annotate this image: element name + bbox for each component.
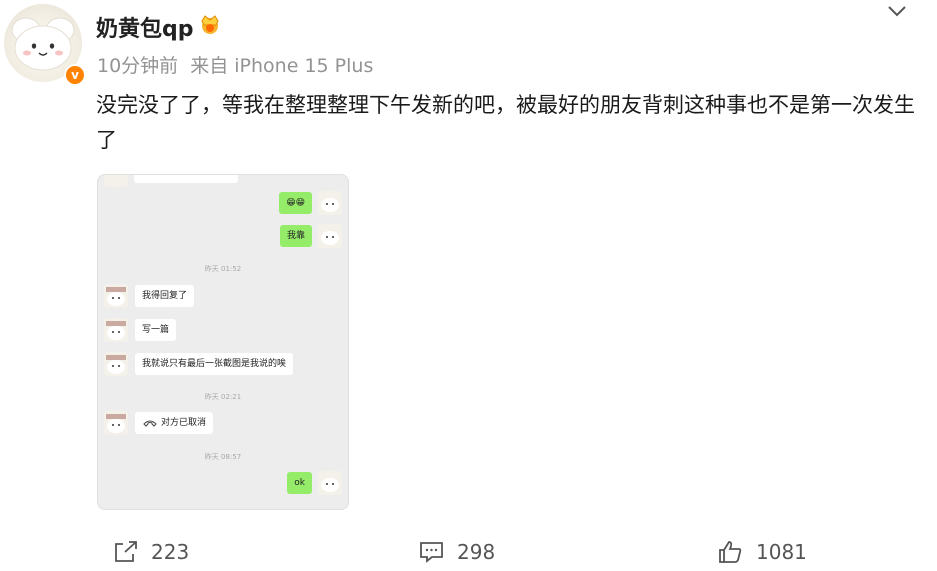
phone-icon xyxy=(143,420,157,427)
crown-icon xyxy=(201,15,219,34)
comment-icon xyxy=(420,542,443,563)
chat-avatar-self xyxy=(318,471,342,495)
repost-icon xyxy=(115,541,137,562)
chat-bubble-left: 我得回复了 xyxy=(135,285,195,307)
repost-count: 223 xyxy=(151,540,190,564)
chat-avatar xyxy=(104,175,128,187)
chat-avatar-friend xyxy=(104,411,128,435)
chat-bubble-left: 我就说只有最后一张截图是我说的唉 xyxy=(135,353,294,375)
thumbs-up-icon xyxy=(719,541,742,563)
chat-bubble-right: ok xyxy=(287,472,312,494)
chat-timestamp: 昨天 02:21 xyxy=(204,393,242,401)
post-meta: 10分钟前 来自 iPhone 15 Plus xyxy=(97,51,373,78)
chat-timestamp: 昨天 08:57 xyxy=(204,453,242,461)
chat-bubble-right: 我靠 xyxy=(279,225,312,247)
avatar[interactable]: v xyxy=(4,4,86,86)
post-text: 没完没了了，等我在整理整理下午发新的吧，被最好的朋友背刺这种事也不是第一次发生了 xyxy=(96,93,915,152)
chat-avatar-self xyxy=(318,224,342,248)
like-count: 1081 xyxy=(756,540,807,564)
chat-screenshot[interactable]: 😁😁 我靠 昨天 01:52 我得回复了 写一篇 我就说只有最后一张截图是我说的… xyxy=(97,174,349,510)
repost-button[interactable]: 223 xyxy=(113,537,189,567)
call-status-text: 对方已取消 xyxy=(161,418,207,428)
chat-avatar-friend xyxy=(104,284,128,308)
chat-avatar-friend xyxy=(104,352,128,376)
username[interactable]: 奶黄包qp xyxy=(96,11,194,43)
chat-bubble-partial xyxy=(134,175,238,183)
post-source: 来自 iPhone 15 Plus xyxy=(190,55,374,77)
chat-avatar-self xyxy=(318,191,342,215)
chat-bubble-left: 写一篇 xyxy=(135,319,177,341)
chevron-down-icon[interactable] xyxy=(886,2,908,20)
verified-badge-icon: v xyxy=(64,64,86,86)
chat-bubble-call: 对方已取消 xyxy=(135,412,214,434)
like-button[interactable]: 1081 xyxy=(718,537,807,567)
chat-avatar-friend xyxy=(104,318,128,342)
chat-timestamp: 昨天 01:52 xyxy=(204,265,242,273)
post-timestamp: 10分钟前 xyxy=(97,55,179,77)
comment-button[interactable]: 298 xyxy=(419,537,495,567)
chat-bubble-right: 😁😁 xyxy=(279,192,312,214)
comment-count: 298 xyxy=(457,540,496,564)
